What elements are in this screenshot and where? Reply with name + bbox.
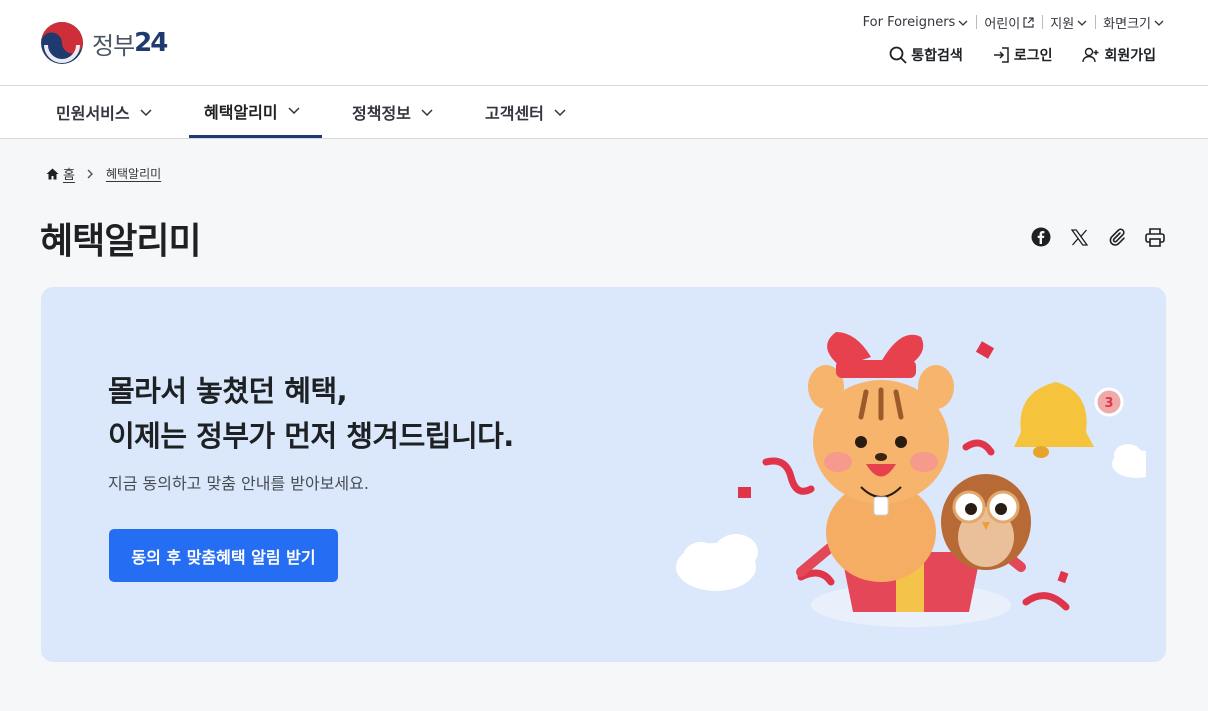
x-share-button[interactable]	[1068, 226, 1090, 248]
logo-number: 24	[134, 28, 168, 58]
logo[interactable]: 정부 24	[40, 21, 168, 65]
header-actions: 통합검색 로그인 회원가입	[859, 45, 1156, 65]
chevron-down-icon	[1154, 20, 1164, 26]
bell-badge: 3	[1104, 396, 1113, 411]
facebook-share-button[interactable]	[1030, 226, 1052, 248]
chevron-down-icon	[1077, 20, 1087, 26]
utility-label: 지원	[1050, 17, 1075, 32]
benefit-banner: 몰라서 놓쳤던 혜택, 이제는 정부가 먼저 챙겨드립니다. 지금 동의하고 맞…	[41, 287, 1166, 662]
headline-line-2: 이제는 정부가 먼저 챙겨드립니다.	[108, 419, 514, 453]
logo-text: 정부	[92, 31, 135, 60]
main-navigation: 민원서비스 혜택알리미 정책정보 고객센터	[0, 86, 1208, 139]
chevron-down-icon	[958, 20, 968, 26]
utility-menu: For Foreigners 어린이 지원 화면크기	[855, 13, 1172, 32]
x-icon	[1070, 228, 1088, 246]
site-header: 정부 24 For Foreigners 어린이 지원 화면크기 통합검색 로그…	[0, 0, 1208, 86]
taegeuk-logo-icon	[41, 22, 83, 64]
utility-label: For Foreigners	[862, 15, 956, 30]
chevron-down-icon	[421, 108, 433, 116]
search-icon	[889, 46, 907, 64]
link-icon	[1109, 228, 1125, 246]
cloud-left	[676, 534, 758, 591]
search-button[interactable]: 통합검색	[889, 45, 963, 65]
print-icon	[1145, 227, 1165, 247]
nav-customer-center[interactable]: 고객센터	[485, 86, 566, 138]
owl	[941, 474, 1031, 570]
utility-kids[interactable]: 어린이	[976, 13, 1042, 32]
print-button[interactable]	[1144, 226, 1166, 248]
home-icon	[46, 168, 59, 179]
chevron-down-icon	[288, 107, 300, 114]
utility-label: 화면크기	[1103, 17, 1151, 32]
signup-label: 회원가입	[1104, 48, 1156, 64]
nav-label: 혜택알리미	[204, 102, 278, 122]
banner-subtext: 지금 동의하고 맞춤 안내를 받아보세요.	[108, 474, 369, 493]
utility-for-foreigners[interactable]: For Foreigners	[855, 15, 977, 30]
utility-support[interactable]: 지원	[1042, 13, 1095, 32]
external-link-icon	[1023, 17, 1034, 28]
share-toolbar	[1014, 226, 1166, 248]
chevron-down-icon	[554, 108, 566, 116]
bell-illustration: 3	[1014, 382, 1124, 458]
login-icon	[993, 47, 1009, 63]
consent-benefit-alert-button[interactable]: 동의 후 맞춤혜택 알림 받기	[109, 529, 338, 582]
breadcrumb: 홈 혜택알리미	[46, 164, 161, 183]
facebook-icon	[1031, 227, 1051, 247]
nav-label: 민원서비스	[56, 104, 130, 123]
search-label: 통합검색	[911, 48, 963, 64]
login-label: 로그인	[1013, 48, 1053, 64]
breadcrumb-current[interactable]: 혜택알리미	[106, 165, 161, 182]
chevron-down-icon	[140, 108, 152, 116]
signup-button[interactable]: 회원가입	[1082, 45, 1156, 65]
cloud-right	[1112, 444, 1146, 478]
breadcrumb-home[interactable]: 홈	[63, 164, 75, 183]
utility-label: 어린이	[984, 17, 1021, 32]
nav-label: 고객센터	[485, 104, 544, 123]
utility-font-size[interactable]: 화면크기	[1095, 13, 1172, 32]
nav-policy-info[interactable]: 정책정보	[352, 86, 433, 138]
nav-benefit-alert[interactable]: 혜택알리미	[189, 86, 322, 138]
mascot-gift-illustration: 3	[676, 332, 1146, 627]
page-title: 혜택알리미	[40, 221, 202, 262]
headline-line-1: 몰라서 놓쳤던 혜택,	[108, 374, 348, 408]
copy-link-button[interactable]	[1106, 226, 1128, 248]
nav-label: 정책정보	[352, 104, 411, 123]
nav-civil-services[interactable]: 민원서비스	[56, 86, 152, 138]
login-button[interactable]: 로그인	[993, 45, 1053, 65]
banner-headline: 몰라서 놓쳤던 혜택, 이제는 정부가 먼저 챙겨드립니다.	[108, 369, 514, 459]
chevron-right-icon	[87, 169, 93, 178]
user-add-icon	[1082, 47, 1099, 63]
gift-bow	[827, 332, 924, 378]
